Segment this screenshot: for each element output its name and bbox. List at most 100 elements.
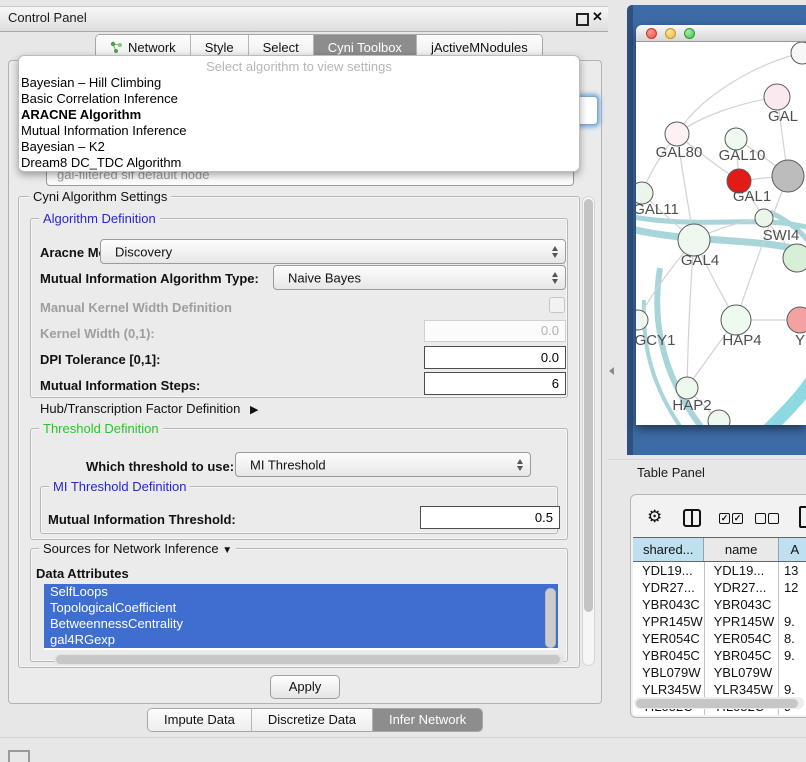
select-all-checkbox-icon[interactable]: ✓: [719, 513, 730, 524]
node-right-green[interactable]: [783, 244, 806, 272]
horizontal-scrollbar[interactable]: [54, 654, 564, 665]
table-panel-window: ⚙ ✓ ✓ shared...nameA YDL19...YDL19...13Y…: [630, 494, 806, 718]
minimize-traffic-light[interactable]: [665, 28, 676, 39]
select-all-checkbox-icon[interactable]: ✓: [732, 513, 743, 524]
sources-toggle[interactable]: Sources for Network Inference ▼: [39, 541, 236, 556]
attribute-list-item[interactable]: SelfLoops: [44, 584, 558, 600]
which-threshold-combo[interactable]: MI Threshold: [235, 452, 531, 477]
tab-label: Cyni Toolbox: [328, 40, 402, 55]
network-window-titlebar[interactable]: [636, 25, 806, 42]
table-row[interactable]: YDL19...YDL19...13: [633, 562, 806, 579]
which-threshold-label: Which threshold to use:: [86, 459, 234, 474]
node-gal11-label: GAL11: [636, 201, 679, 218]
combo-value: Naive Bayes: [288, 270, 361, 285]
attribute-list-item[interactable]: BetweennessCentrality: [44, 616, 558, 632]
gear-icon[interactable]: ⚙: [647, 507, 662, 527]
group-title: Algorithm Definition: [39, 211, 160, 226]
column-header[interactable]: shared...: [633, 538, 704, 561]
table-cell: YDL19...: [705, 562, 779, 579]
node-top-cut[interactable]: [791, 42, 806, 64]
group-title: Cyni Algorithm Settings: [29, 189, 171, 204]
column-header[interactable]: A: [779, 538, 806, 561]
bottom-tabbar: Impute Data Discretize Data Infer Networ…: [147, 708, 483, 732]
control-panel-title: Control Panel: [8, 10, 87, 25]
tab-label: Impute Data: [164, 712, 235, 727]
kernel-width-label: Kernel Width (0,1):: [40, 326, 155, 341]
close-icon[interactable]: ✕: [592, 9, 603, 25]
vertical-scrollbar[interactable]: [582, 196, 595, 666]
node-gal-cut-label: GAL: [768, 108, 798, 125]
table-cell: YER054C: [633, 630, 705, 647]
stepper-icon: [552, 272, 558, 284]
table-cell: 8.: [779, 630, 806, 647]
kernel-width-field[interactable]: 0.0: [424, 320, 566, 342]
node-gray[interactable]: [772, 160, 804, 192]
table-cell: YDL19...: [633, 562, 705, 579]
node-gal10-label: GAL10: [719, 147, 766, 164]
node-gal-cut[interactable]: [764, 84, 790, 110]
table-cell: 9.: [779, 647, 806, 664]
table-row[interactable]: YER054CYER054C8.: [633, 630, 806, 647]
node-salmon-label: Y: [795, 332, 805, 349]
collapse-arrow-icon: ▼: [222, 545, 232, 556]
node-hap4[interactable]: [721, 305, 751, 335]
mi-steps-field[interactable]: 6: [424, 372, 566, 395]
table-cell: 9.: [779, 681, 806, 698]
dpi-tolerance-field[interactable]: 0.0: [424, 346, 566, 369]
node-gal80[interactable]: [665, 122, 689, 146]
manual-kernel-width-checkbox[interactable]: [549, 297, 565, 313]
table-cell: 13: [779, 562, 806, 579]
deselect-all-checkbox-icon[interactable]: [768, 513, 779, 524]
group-title: Threshold Definition: [39, 421, 163, 436]
popup-item-basic-correlation[interactable]: Basic Correlation Inference: [19, 91, 579, 107]
float-window-icon[interactable]: [576, 13, 589, 26]
export-table-icon[interactable]: [799, 506, 806, 528]
node-swi4[interactable]: [755, 209, 773, 227]
attribute-list-item[interactable]: gal4RGexp: [44, 632, 558, 648]
deselect-all-checkbox-icon[interactable]: [755, 513, 766, 524]
hub-definition-toggle[interactable]: Hub/Transcription Factor Definition ▶: [40, 401, 258, 416]
popup-item-aracne[interactable]: ARACNE Algorithm: [19, 107, 579, 123]
column-header[interactable]: name: [704, 538, 778, 561]
data-attributes-list[interactable]: SelfLoopsTopologicalCoefficientBetweenne…: [44, 584, 558, 650]
list-scrollbar-thumb[interactable]: [545, 588, 556, 648]
table-body: YDL19...YDL19...13YDR27...YDR27...12YBR0…: [633, 562, 806, 715]
popup-item-mutual-information[interactable]: Mutual Information Inference: [19, 123, 579, 139]
node-hap2[interactable]: [676, 377, 698, 399]
node-salmon[interactable]: [787, 307, 806, 333]
tab-discretize-data[interactable]: Discretize Data: [252, 709, 373, 731]
table-cell: 12: [779, 579, 806, 596]
table-row[interactable]: YPR145WYPR145W9.: [633, 613, 806, 630]
columns-icon[interactable]: [683, 509, 701, 527]
popup-item-bayesian-k2[interactable]: Bayesian – K2: [19, 139, 579, 155]
node-table: shared...nameA YDL19...YDL19...13YDR27..…: [633, 537, 806, 715]
table-row[interactable]: YDR27...YDR27...12: [633, 579, 806, 596]
mi-threshold-field[interactable]: 0.5: [420, 506, 560, 529]
table-horizontal-scrollbar[interactable]: [634, 697, 804, 709]
tab-label: Style: [205, 40, 234, 55]
tab-infer-network[interactable]: Infer Network: [373, 709, 482, 731]
table-cell: YBR043C: [705, 596, 779, 613]
popup-item-dream8[interactable]: Dream8 DC_TDC Algorithm: [19, 155, 579, 171]
close-traffic-light[interactable]: [646, 28, 657, 39]
tab-impute-data[interactable]: Impute Data: [148, 709, 252, 731]
docked-window-icon[interactable]: [8, 750, 30, 762]
splitter-collapse-arrow[interactable]: [609, 367, 614, 375]
node-hap4-label: HAP4: [722, 332, 761, 349]
network-canvas[interactable]: GALGAL80GAL10GAL1GAL11GAL4SWI4GCY1HAP4YH…: [636, 42, 806, 425]
app-root: Control Panel ✕ Network Style Select Cyn…: [0, 0, 806, 762]
apply-button[interactable]: Apply: [270, 675, 340, 699]
combo-value: Discovery: [115, 244, 172, 259]
table-row[interactable]: YLR345WYLR345W9.: [633, 681, 806, 698]
table-row[interactable]: YBR045CYBR045C9.: [633, 647, 806, 664]
mi-algorithm-type-combo[interactable]: Naive Bayes: [273, 265, 566, 290]
zoom-traffic-light[interactable]: [684, 28, 695, 39]
node-swi4-label: SWI4: [763, 227, 800, 244]
table-row[interactable]: YBR043CYBR043C: [633, 596, 806, 613]
table-row[interactable]: YBL079WYBL079W: [633, 664, 806, 681]
node-gcy1-label: GCY1: [636, 332, 675, 349]
aracne-mode-combo[interactable]: Discovery: [100, 239, 566, 264]
attribute-list-item[interactable]: TopologicalCoefficient: [44, 600, 558, 616]
popup-item-bayesian-hill-climbing[interactable]: Bayesian – Hill Climbing: [19, 75, 579, 91]
network-view-window: GALGAL80GAL10GAL1GAL11GAL4SWI4GCY1HAP4YH…: [636, 25, 806, 425]
